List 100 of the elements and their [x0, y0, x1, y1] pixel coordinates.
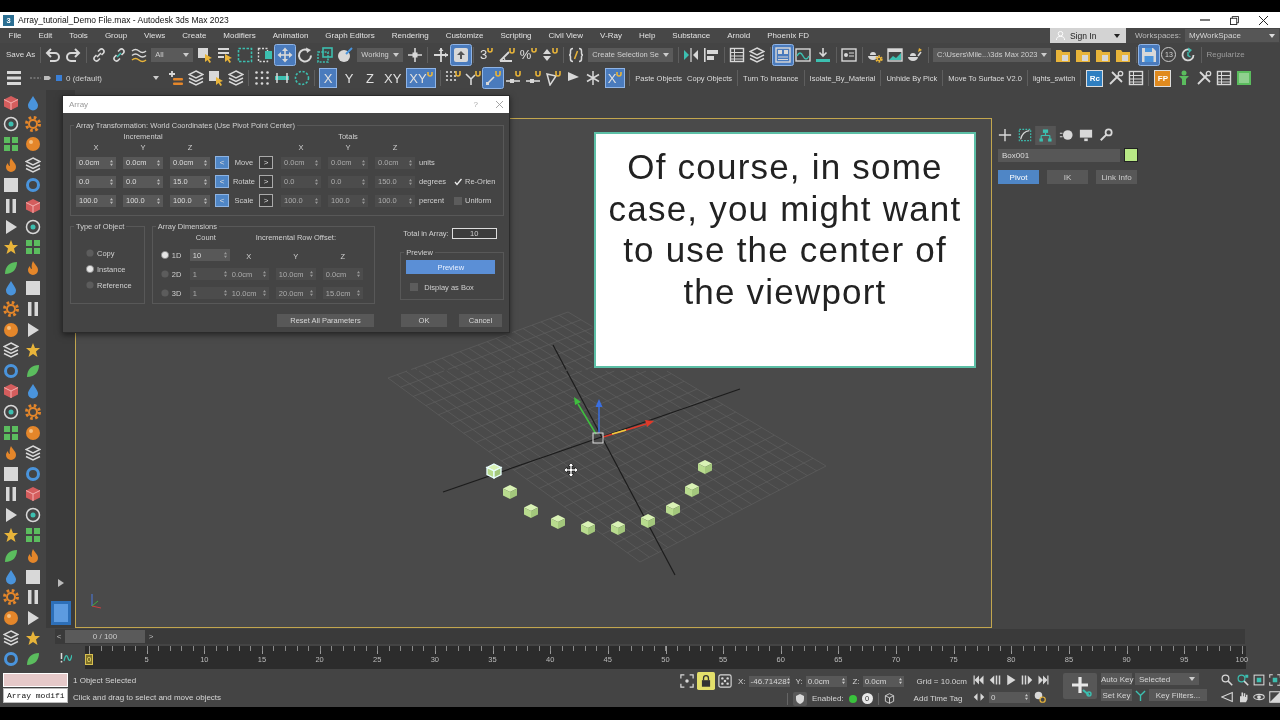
angle-magnet-icon[interactable] — [498, 46, 515, 63]
grid-icon[interactable] — [25, 527, 41, 544]
dice-icon[interactable] — [718, 674, 732, 688]
arrow-button[interactable]: < — [215, 175, 229, 188]
lock-icon[interactable] — [697, 672, 715, 690]
play-icon[interactable] — [25, 321, 41, 338]
spinner-arrows-icon[interactable] — [315, 197, 318, 204]
menu-item[interactable]: V-Ray — [591, 31, 631, 40]
cube-icon[interactable] — [3, 95, 19, 111]
monitor-icon[interactable] — [1079, 128, 1093, 142]
pause-icon[interactable] — [25, 300, 41, 317]
gear-icon[interactable] — [25, 115, 41, 132]
workspace-dropdown[interactable]: MyWorkSpace — [1185, 29, 1279, 42]
snap-toggle-button[interactable]: 3 — [477, 44, 496, 65]
spinner-arrows-icon[interactable] — [409, 159, 412, 166]
expand-arrow-icon[interactable] — [57, 579, 64, 587]
box-object[interactable] — [666, 502, 680, 516]
slider-magnet-icon[interactable] — [525, 70, 542, 86]
play-icon[interactable] — [25, 609, 41, 626]
checkbox[interactable] — [454, 196, 462, 205]
auto-key-button[interactable]: Auto Key — [1101, 673, 1132, 685]
dashed-square-icon[interactable] — [237, 46, 254, 63]
gear-icon[interactable] — [3, 589, 19, 606]
menu-item[interactable]: Rendering — [383, 31, 438, 40]
snowflake-icon[interactable] — [585, 70, 602, 86]
drop-icon[interactable] — [25, 383, 41, 400]
corners-square-icon[interactable] — [1269, 674, 1280, 686]
grid-icon[interactable] — [3, 424, 19, 441]
box-object[interactable] — [611, 521, 625, 535]
menu-item[interactable]: Phoenix FD — [758, 31, 818, 40]
radio-button[interactable] — [160, 270, 169, 278]
shield-icon[interactable] — [793, 691, 807, 706]
spinner-arrows-icon[interactable] — [362, 197, 365, 204]
leaf-icon[interactable] — [25, 651, 41, 668]
table-icon[interactable] — [1127, 70, 1144, 86]
menu-item[interactable]: Customize — [437, 31, 492, 40]
star-icon[interactable] — [25, 630, 41, 647]
key-mode-dropdown[interactable]: Selected — [1135, 673, 1199, 685]
spinner-arrows-icon[interactable] — [409, 197, 412, 204]
spinner-arrows-icon[interactable] — [157, 159, 160, 166]
layers-icon[interactable] — [187, 70, 204, 86]
ring-icon[interactable] — [25, 465, 41, 482]
layers-icon[interactable] — [25, 156, 41, 173]
spinner-arrows-icon[interactable] — [1025, 694, 1028, 700]
sphere-icon[interactable] — [25, 424, 41, 441]
spinner-arrows-icon[interactable] — [315, 178, 318, 185]
hand-icon[interactable] — [1237, 691, 1249, 703]
next-button[interactable]: > — [147, 630, 155, 643]
radio-button[interactable] — [86, 249, 94, 257]
spinner-arrows-icon[interactable] — [223, 271, 227, 277]
ring-icon[interactable] — [3, 362, 19, 379]
arrow-button[interactable]: > — [259, 175, 273, 188]
spinner-arrows-icon[interactable] — [356, 271, 360, 277]
link-icon[interactable] — [91, 46, 108, 63]
square-icon[interactable] — [3, 465, 19, 482]
box-object[interactable] — [581, 521, 595, 535]
flame-icon[interactable] — [25, 548, 41, 565]
spinner-arrows-icon[interactable] — [309, 290, 313, 296]
previous-button[interactable]: < — [55, 630, 63, 643]
triangle-magnet-icon[interactable] — [545, 70, 562, 86]
wave-box-icon[interactable] — [795, 46, 811, 63]
redo-icon[interactable] — [65, 46, 82, 63]
key-filters-button[interactable]: Key Filters... — [1149, 689, 1207, 701]
bars-icon[interactable] — [5, 70, 22, 86]
checkbox[interactable] — [454, 177, 462, 186]
download-icon[interactable] — [815, 46, 831, 63]
grid-icon[interactable] — [3, 136, 19, 153]
object-name-field[interactable]: Box001 — [998, 148, 1120, 162]
spinner-arrows-icon[interactable] — [110, 159, 113, 166]
menu-item[interactable]: Help — [630, 31, 664, 40]
menu-item[interactable]: Animation — [264, 31, 317, 40]
coordinate-field[interactable]: 0.0cm — [862, 675, 904, 687]
circular-arrow-icon[interactable] — [297, 46, 314, 63]
tile-icon[interactable] — [50, 601, 71, 625]
arrow-button[interactable]: < — [215, 156, 229, 169]
square-cursor-icon[interactable] — [207, 70, 224, 86]
play-icon[interactable] — [1005, 674, 1017, 686]
target-icon[interactable] — [3, 115, 19, 132]
menu-item[interactable]: Tools — [60, 31, 97, 40]
sphere-pin-icon[interactable] — [337, 46, 354, 63]
square-icon[interactable] — [25, 568, 41, 585]
dashed-square-fill-icon[interactable] — [257, 46, 274, 63]
square-icon[interactable] — [25, 280, 41, 297]
panel-button[interactable]: Link Info — [1096, 170, 1137, 184]
radio-button[interactable] — [86, 265, 94, 273]
spinner-arrows-icon[interactable] — [262, 271, 266, 277]
sphere-icon[interactable] — [3, 609, 19, 626]
previous-frame-icon[interactable] — [989, 674, 1001, 686]
toolbar-button[interactable]: Save As — [4, 50, 38, 59]
box-object[interactable] — [524, 504, 538, 518]
table-icon[interactable] — [1215, 70, 1232, 86]
spinner-arrows-icon[interactable] — [157, 197, 160, 204]
pause-icon[interactable] — [25, 589, 41, 606]
spinner-arrows-icon[interactable] — [841, 678, 845, 684]
wave-icon[interactable] — [131, 46, 148, 63]
unlink-icon[interactable] — [111, 46, 128, 63]
next-frame-icon[interactable] — [1021, 674, 1033, 686]
leaf-icon[interactable] — [25, 362, 41, 379]
box-object[interactable] — [685, 483, 699, 497]
layers-icon[interactable] — [3, 342, 19, 359]
